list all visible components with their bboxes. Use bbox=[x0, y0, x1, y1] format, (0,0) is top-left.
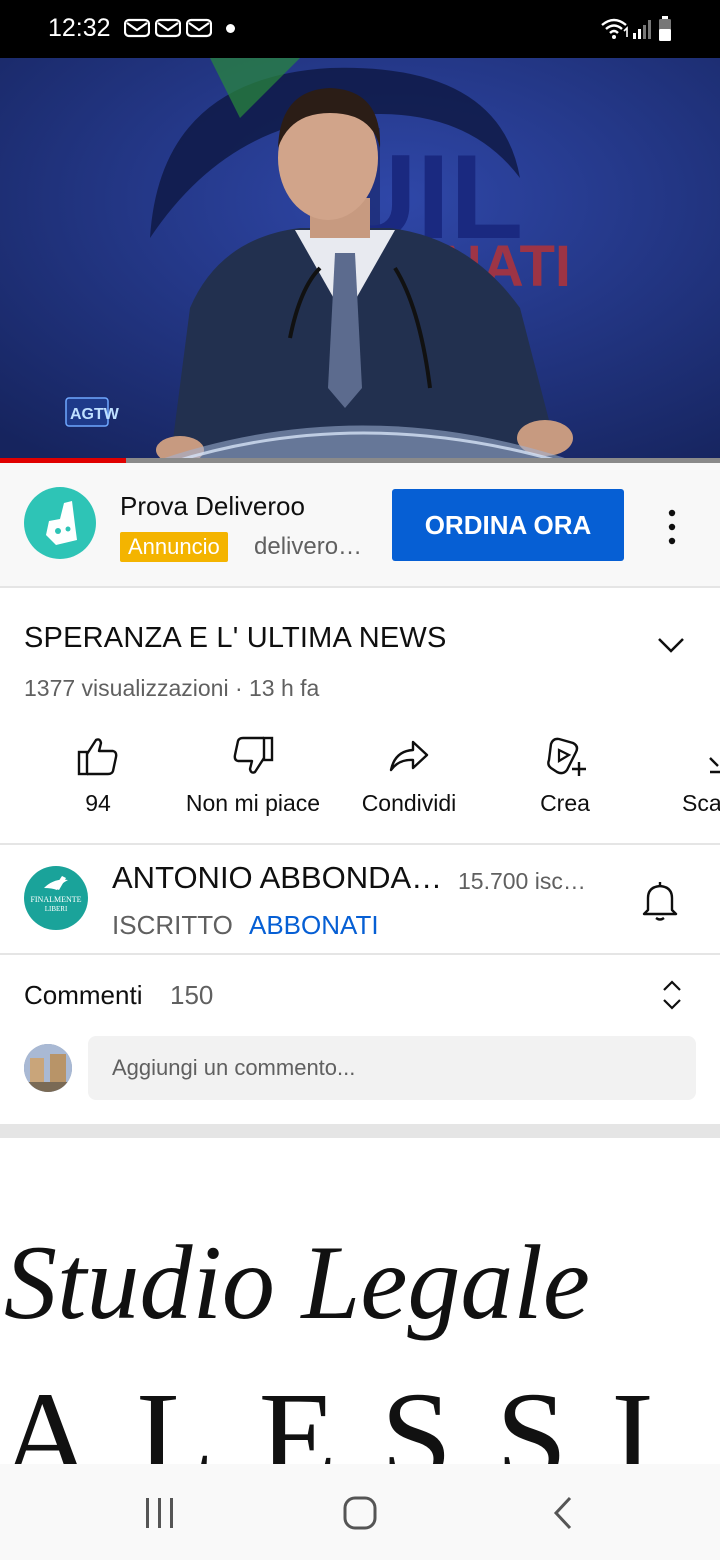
like-button[interactable]: 94 bbox=[23, 734, 173, 817]
subscriber-count: 15.700 isc… bbox=[458, 868, 586, 894]
mail-icon bbox=[124, 18, 150, 38]
create-label: Crea bbox=[540, 790, 590, 816]
home-icon[interactable] bbox=[342, 1495, 378, 1531]
divider bbox=[0, 953, 720, 955]
dislike-label: Non mi piace bbox=[185, 790, 321, 816]
recent-apps-icon[interactable] bbox=[142, 1496, 178, 1530]
expand-icon[interactable] bbox=[660, 978, 684, 1012]
create-icon bbox=[547, 737, 586, 776]
ad-badge: Annuncio bbox=[120, 532, 228, 562]
deliveroo-logo bbox=[24, 487, 96, 559]
system-nav-bar bbox=[0, 1464, 720, 1560]
share-button[interactable]: Condividi bbox=[334, 734, 484, 817]
player-watermark: AGTW bbox=[70, 406, 120, 423]
share-label: Condividi bbox=[361, 790, 457, 816]
ad-title[interactable]: Prova Deliveroo bbox=[120, 491, 305, 522]
divider bbox=[0, 843, 720, 845]
subscribed-button[interactable]: ISCRITTO bbox=[112, 910, 233, 941]
like-count: 94 bbox=[85, 790, 111, 816]
video-meta: 1377 visualizzazioni · 13 h fa bbox=[24, 675, 320, 701]
channel-avatar[interactable]: FINALMENTE LIBERI bbox=[24, 866, 88, 930]
user-avatar-image bbox=[24, 1044, 72, 1092]
signal-icon bbox=[633, 20, 651, 39]
channel-logo: FINALMENTE LIBERI bbox=[30, 876, 82, 913]
wifi-icon bbox=[601, 18, 628, 39]
comments-count: 150 bbox=[170, 980, 214, 1010]
kangaroo-icon bbox=[46, 501, 77, 545]
section-separator bbox=[0, 1124, 720, 1138]
status-bar: 12:32 bbox=[0, 0, 720, 58]
comments-label[interactable]: Commenti bbox=[24, 980, 142, 1011]
user-avatar bbox=[24, 1044, 72, 1092]
channel-name[interactable]: ANTONIO ABBONDA… bbox=[112, 860, 442, 896]
download-label: Sca bbox=[682, 790, 720, 816]
channel-logo-line2: LIBERI bbox=[45, 905, 68, 913]
order-now-button[interactable]: ORDINA ORA bbox=[392, 489, 624, 561]
video-frame: UIL NATI AGTW bbox=[0, 58, 720, 463]
download-button[interactable]: Sca bbox=[646, 734, 720, 817]
notification-dot bbox=[226, 24, 235, 33]
join-button[interactable]: ABBONATI bbox=[249, 910, 379, 941]
battery-icon bbox=[659, 16, 671, 41]
share-icon bbox=[389, 740, 429, 772]
ad-domain: delivero… bbox=[254, 533, 363, 560]
clock: 12:32 bbox=[48, 14, 111, 42]
next-video-thumbnail[interactable]: Studio Legale ALESSI bbox=[0, 1138, 720, 1468]
thumbnail-text-line2: ALESSI bbox=[0, 1366, 698, 1468]
ad-banner[interactable]: Prova Deliveroo Annuncio delivero… ORDIN… bbox=[0, 463, 720, 588]
mail-icon bbox=[186, 18, 212, 38]
download-icon bbox=[709, 757, 720, 774]
thumbs-down-icon bbox=[233, 736, 274, 774]
channel-logo-line1: FINALMENTE bbox=[30, 895, 81, 904]
more-options-icon[interactable] bbox=[660, 507, 684, 547]
create-button[interactable]: Crea bbox=[490, 734, 640, 817]
video-player[interactable]: UIL NATI AGTW bbox=[0, 58, 720, 463]
comment-input[interactable]: Aggiungi un commento... bbox=[88, 1036, 696, 1100]
chevron-down-icon[interactable] bbox=[654, 628, 688, 662]
dislike-button[interactable]: Non mi piace bbox=[178, 734, 328, 817]
thumbs-up-icon bbox=[77, 738, 118, 776]
video-title[interactable]: SPERANZA E L' ULTIMA NEWS bbox=[24, 622, 447, 655]
thumbnail-text-line1: Studio Legale bbox=[4, 1224, 590, 1341]
mail-icon bbox=[155, 18, 181, 38]
bell-icon[interactable] bbox=[640, 878, 680, 922]
back-icon[interactable] bbox=[550, 1496, 576, 1530]
